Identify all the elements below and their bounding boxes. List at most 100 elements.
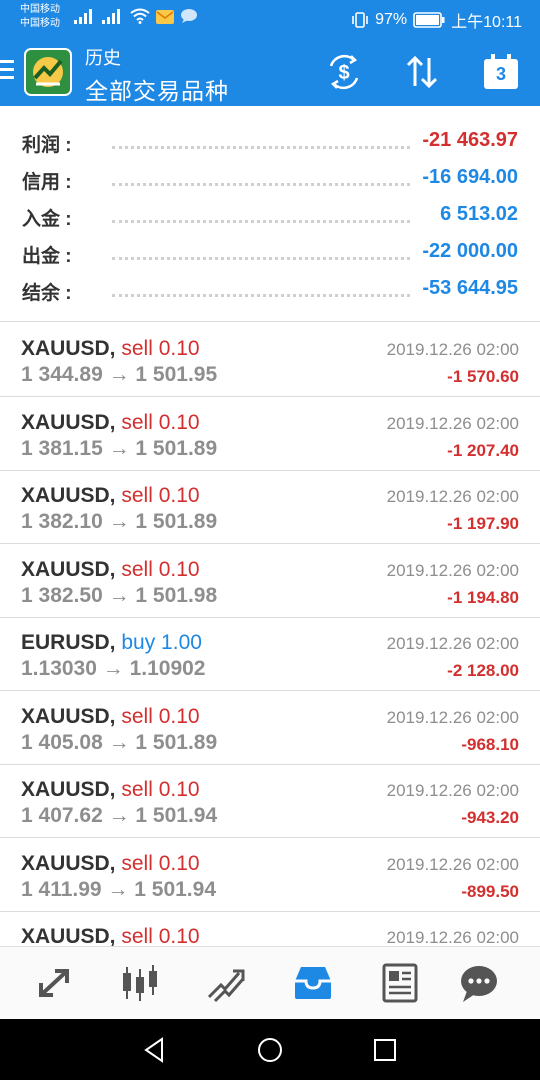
deal-profit: -1 197.90	[447, 514, 519, 533]
carrier-2: 中国移动	[20, 18, 60, 29]
summary-label: 出金 :	[22, 246, 72, 267]
summary-dots	[112, 183, 410, 186]
deal-time: 2019.12.26 02:00	[386, 414, 519, 433]
vibrate-icon	[352, 12, 368, 28]
carrier-names: 中国移动 中国移动	[20, 3, 60, 31]
deal-time: 2019.12.26 02:00	[386, 928, 519, 946]
deal-profit: -1 570.60	[447, 367, 519, 386]
signal-icon	[74, 9, 92, 24]
deal-time: 2019.12.26 02:00	[386, 487, 519, 506]
deals-list[interactable]: XAUUSD, sell 0.10 1 344.89 → 1 501.95 20…	[0, 323, 540, 946]
status-right-icons: 97% 上午10:11	[351, 8, 522, 32]
summary-dots	[112, 146, 410, 149]
list-item[interactable]: XAUUSD, sell 0.10 1 344.89 → 1 501.95 20…	[0, 323, 540, 397]
deal-symbol: XAUUSD,	[21, 778, 116, 801]
deal-time: 2019.12.26 02:00	[386, 855, 519, 874]
summary-row-deposit: 入金 : 6 513.02	[0, 196, 540, 233]
deal-prices: 1 411.99 → 1 501.94	[21, 878, 216, 901]
trade-icon[interactable]	[205, 961, 249, 1005]
calendar-icon[interactable]: 3	[481, 52, 521, 92]
summary-label: 结余 :	[22, 283, 72, 304]
summary-value: -22 000.00	[414, 240, 518, 263]
chat-icon[interactable]	[457, 961, 501, 1005]
deal-side: sell 0.10	[121, 925, 200, 946]
summary-dots	[112, 257, 410, 260]
deal-side: buy 1.00	[121, 631, 202, 654]
menu-icon[interactable]	[0, 60, 16, 82]
svg-text:$: $	[338, 62, 349, 84]
deal-side: sell 0.10	[121, 558, 200, 581]
chat-bubble-icon	[181, 9, 197, 23]
deal-prices: 1 382.10 → 1 501.89	[21, 510, 218, 533]
deal-profit: -1 194.80	[447, 588, 519, 607]
deal-side: sell 0.10	[121, 337, 200, 360]
deal-prices: 1 382.50 → 1 501.98	[21, 584, 218, 607]
sort-icon[interactable]	[402, 52, 442, 92]
deal-prices: 1.13030 → 1.10902	[21, 657, 206, 680]
home-icon[interactable]	[255, 1035, 285, 1065]
deal-side: sell 0.10	[121, 411, 200, 434]
clock: 上午10:11	[451, 14, 522, 31]
page-title[interactable]: 全部交易品种	[85, 72, 229, 106]
deal-prices: 1 407.62 → 1 501.94	[21, 804, 218, 827]
deal-time: 2019.12.26 02:00	[386, 781, 519, 800]
bottom-nav	[0, 946, 540, 1019]
list-item[interactable]: XAUUSD, sell 0.10 1 407.62 → 1 501.94 20…	[0, 764, 540, 838]
list-item[interactable]: XAUUSD, sell 0.10 1 411.99 → 1 501.94 20…	[0, 838, 540, 912]
recents-icon[interactable]	[370, 1035, 400, 1065]
deal-profit: -899.50	[461, 882, 519, 901]
carrier-1: 中国移动	[20, 4, 60, 15]
dollar-exchange-icon[interactable]: $	[324, 52, 364, 92]
deal-symbol: XAUUSD,	[21, 925, 116, 946]
summary-dots	[112, 220, 410, 223]
battery-icon	[413, 12, 445, 28]
summary-row-profit: 利润 : -21 463.97	[0, 122, 540, 159]
list-item[interactable]: XAUUSD, sell 0.10 1 382.50 → 1 501.98 20…	[0, 544, 540, 618]
deal-prices: 1 344.89 → 1 501.95	[21, 363, 218, 386]
quotes-icon[interactable]	[33, 961, 77, 1005]
deal-symbol: XAUUSD,	[21, 558, 116, 581]
deal-side: sell 0.10	[121, 778, 200, 801]
summary-dots	[112, 294, 410, 297]
summary-label: 信用 :	[22, 172, 72, 193]
summary-panel: 利润 : -21 463.97 信用 : -16 694.00 入金 : 6 5…	[0, 112, 540, 322]
signal-icon	[102, 9, 120, 24]
summary-label: 利润 :	[22, 135, 72, 156]
deal-symbol: XAUUSD,	[21, 852, 116, 875]
deal-symbol: XAUUSD,	[21, 705, 116, 728]
deal-side: sell 0.10	[121, 852, 200, 875]
deal-symbol: EURUSD,	[21, 631, 116, 654]
deal-symbol: XAUUSD,	[21, 484, 116, 507]
history-icon[interactable]	[291, 961, 335, 1005]
news-icon[interactable]	[378, 961, 422, 1005]
wifi-icon	[130, 8, 150, 24]
deal-profit: -1 207.40	[447, 441, 519, 460]
list-item[interactable]: XAUUSD, sell 0.10 1 381.15 → 1 501.89 20…	[0, 397, 540, 471]
deal-profit: -968.10	[461, 735, 519, 754]
summary-row-withdrawal: 出金 : -22 000.00	[0, 233, 540, 270]
back-icon[interactable]	[140, 1035, 170, 1065]
mail-notification-icon	[156, 10, 174, 24]
chart-icon[interactable]	[118, 961, 162, 1005]
system-nav-bar	[0, 1019, 540, 1080]
deal-profit: -943.20	[461, 808, 519, 827]
summary-row-balance: 结余 : -53 644.95	[0, 270, 540, 307]
calendar-day: 3	[495, 64, 506, 84]
list-item[interactable]: XAUUSD, sell 0.10 2019.12.26 02:00	[0, 911, 540, 946]
deal-symbol: XAUUSD,	[21, 337, 116, 360]
list-item[interactable]: XAUUSD, sell 0.10 1 382.10 → 1 501.89 20…	[0, 470, 540, 544]
deal-time: 2019.12.26 02:00	[386, 708, 519, 727]
list-item[interactable]: EURUSD, buy 1.00 1.13030 → 1.10902 2019.…	[0, 617, 540, 691]
summary-value: -16 694.00	[414, 166, 518, 189]
list-item[interactable]: XAUUSD, sell 0.10 1 405.08 → 1 501.89 20…	[0, 691, 540, 765]
status-bar: 中国移动 中国移动 97% 上午10:11	[0, 0, 540, 36]
summary-value: -21 463.97	[414, 129, 518, 152]
summary-value: -53 644.95	[414, 277, 518, 300]
status-left-icons	[74, 8, 198, 24]
deal-symbol: XAUUSD,	[21, 411, 116, 434]
app-logo	[24, 48, 72, 96]
summary-label: 入金 :	[22, 209, 72, 230]
app-bar: 历史 全部交易品种 $ 3	[0, 36, 540, 106]
page-subtitle: 历史	[85, 48, 121, 68]
deal-prices: 1 405.08 → 1 501.89	[21, 731, 218, 754]
